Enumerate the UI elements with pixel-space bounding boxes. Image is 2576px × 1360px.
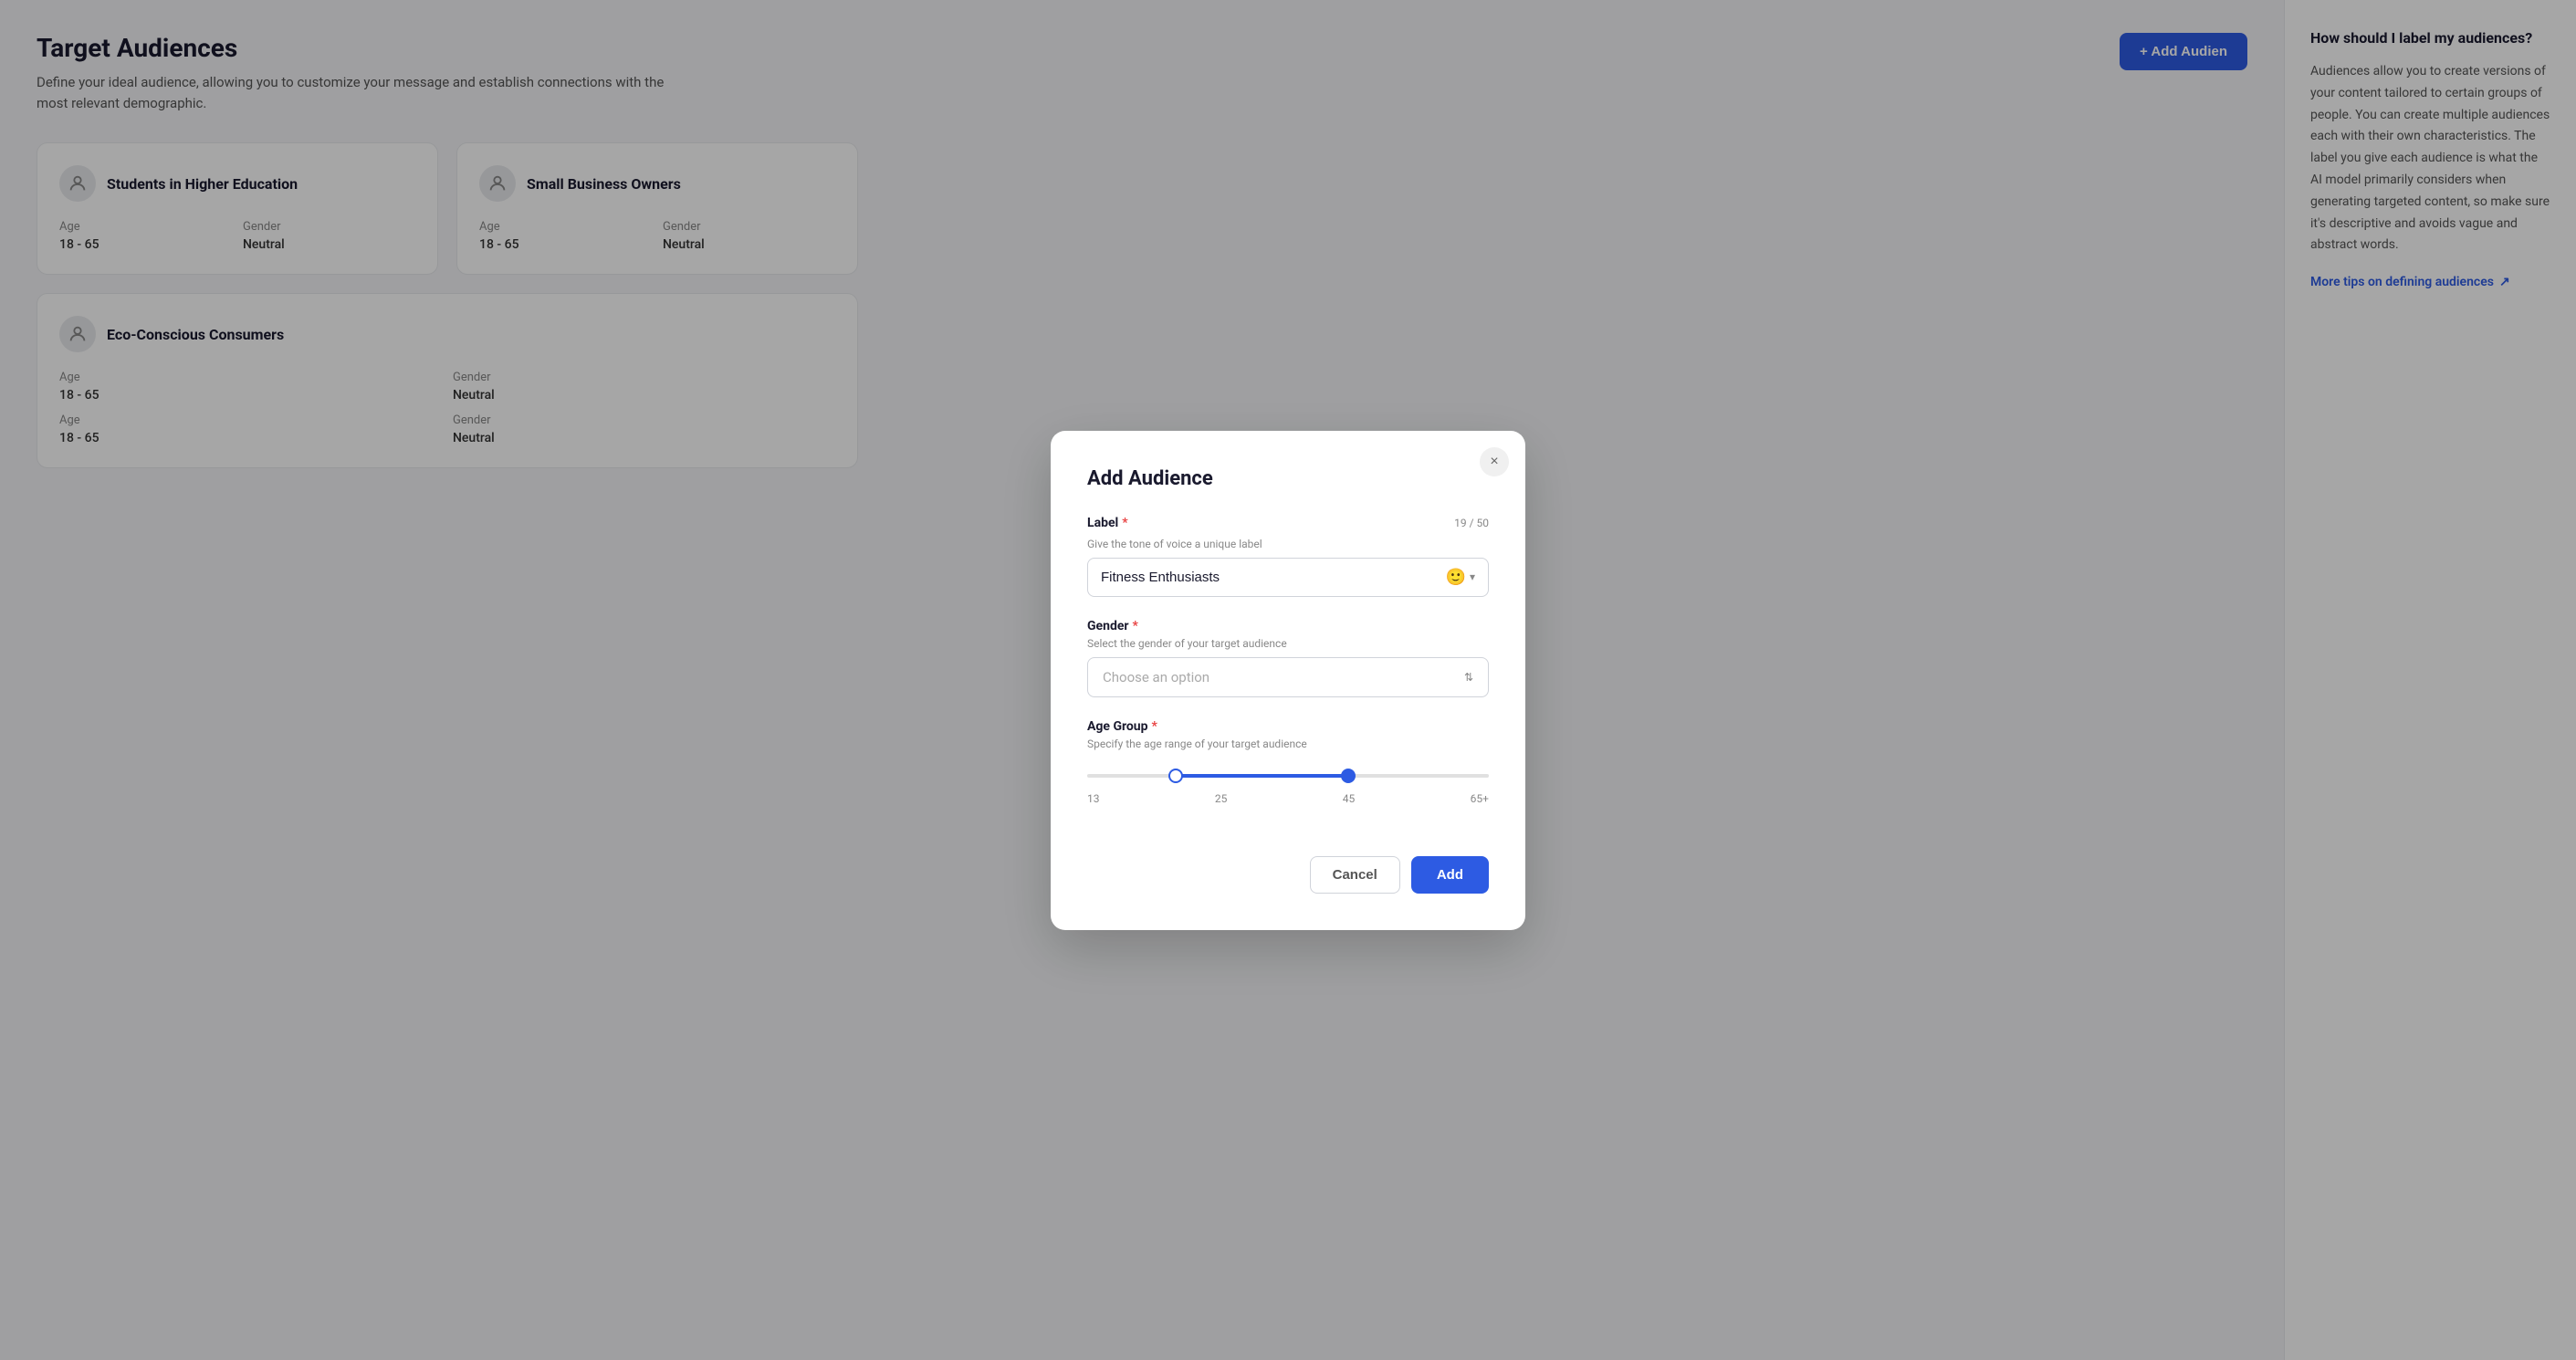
gender-hint: Select the gender of your target audienc…: [1087, 637, 1489, 650]
gender-chevron-icon: ⇅: [1464, 671, 1473, 684]
emoji-picker-icon[interactable]: 🙂 ▾: [1446, 568, 1475, 587]
add-button[interactable]: Add: [1411, 856, 1489, 894]
chevron-down-icon: ▾: [1470, 570, 1475, 583]
slider-mark2-label: 45: [1343, 792, 1356, 805]
modal-close-button[interactable]: ×: [1480, 447, 1509, 476]
slider-labels: 13 25 45 65+: [1087, 792, 1489, 805]
label-form-group: Label * 19 / 50 Give the tone of voice a…: [1087, 516, 1489, 597]
cancel-button[interactable]: Cancel: [1310, 856, 1400, 894]
label-input[interactable]: [1101, 570, 1446, 585]
slider-mark1-label: 25: [1215, 792, 1228, 805]
label-hint: Give the tone of voice a unique label: [1087, 538, 1489, 550]
modal-overlay[interactable]: × Add Audience Label * 19 / 50 Give the …: [0, 0, 2576, 1360]
label-row: Label * 19 / 50: [1087, 516, 1489, 534]
slider-thumb-right[interactable]: [1341, 769, 1356, 783]
slider-track: [1087, 774, 1489, 778]
modal-footer: Cancel Add: [1087, 856, 1489, 894]
add-audience-modal: × Add Audience Label * 19 / 50 Give the …: [1051, 431, 1525, 930]
modal-title: Add Audience: [1087, 467, 1489, 490]
gender-field-label: Gender *: [1087, 619, 1489, 633]
label-field-label: Label *: [1087, 516, 1128, 530]
age-group-hint: Specify the age range of your target aud…: [1087, 738, 1489, 750]
slider-max-label: 65+: [1471, 792, 1489, 805]
age-group-field-label: Age Group *: [1087, 719, 1489, 734]
gender-select[interactable]: Choose an option ⇅: [1087, 657, 1489, 697]
slider-min-label: 13: [1087, 792, 1100, 805]
slider-fill: [1176, 774, 1348, 778]
label-input-row: 🙂 ▾: [1087, 558, 1489, 597]
age-range-slider[interactable]: 13 25 45 65+: [1087, 758, 1489, 827]
age-group-form-group: Age Group * Specify the age range of you…: [1087, 719, 1489, 827]
gender-select-placeholder: Choose an option: [1103, 669, 1209, 685]
gender-form-group: Gender * Select the gender of your targe…: [1087, 619, 1489, 697]
slider-thumb-left[interactable]: [1168, 769, 1183, 783]
label-char-count: 19 / 50: [1454, 517, 1489, 529]
